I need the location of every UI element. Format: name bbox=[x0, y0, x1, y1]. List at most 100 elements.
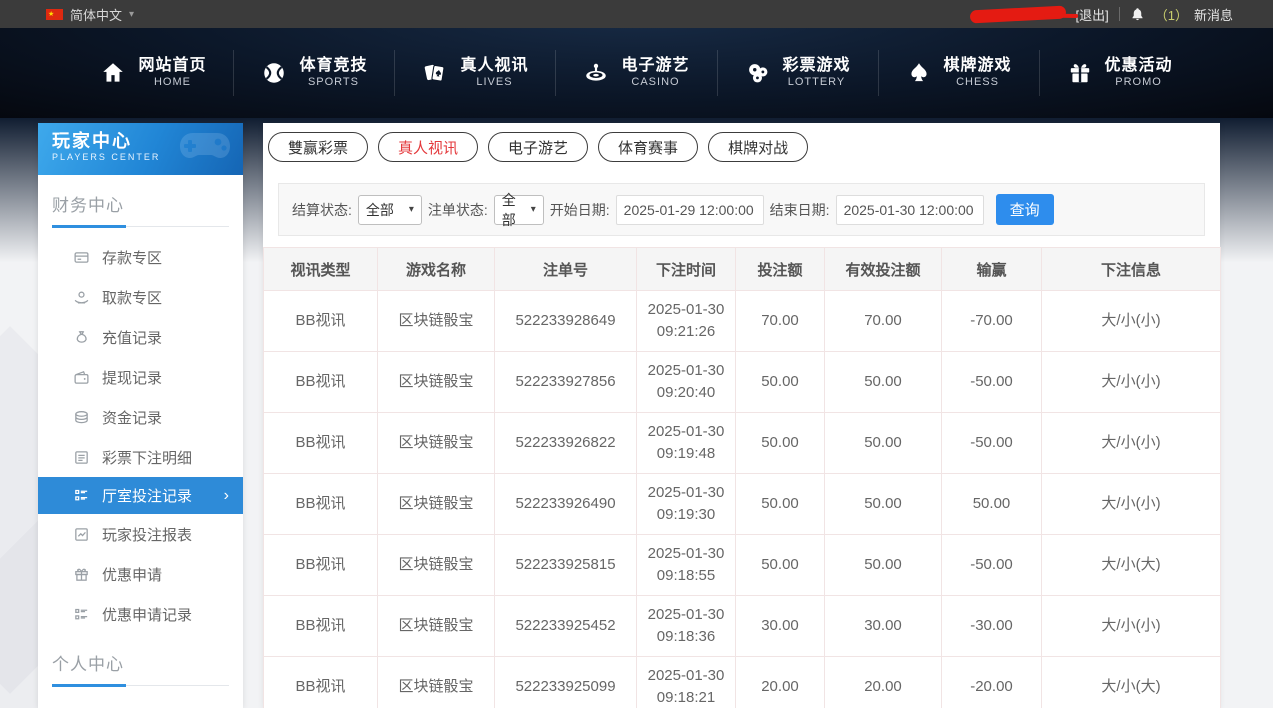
coins-icon bbox=[72, 408, 90, 426]
sidebar-item-label: 存款专区 bbox=[102, 247, 162, 268]
table-cell: 区块链骰宝 bbox=[378, 535, 495, 596]
bell-icon[interactable] bbox=[1130, 7, 1145, 22]
table-cell: 区块链骰宝 bbox=[378, 596, 495, 657]
table-cell: 50.00 bbox=[825, 352, 942, 413]
table-row: BB视讯区块链骰宝5222339250992025-01-30 09:18:21… bbox=[264, 657, 1221, 708]
tab-board-games[interactable]: 棋牌对战 bbox=[708, 132, 808, 162]
tab-sports-events[interactable]: 体育赛事 bbox=[598, 132, 698, 162]
new-message-link[interactable]: 新消息 bbox=[1194, 5, 1233, 24]
sidebar-item-promo-apply[interactable]: 优惠申请 bbox=[38, 554, 243, 594]
sidebar-item-recharge-record[interactable]: 充值记录 bbox=[38, 317, 243, 357]
sidebar-item-withdrawal-record[interactable]: 提现记录 bbox=[38, 357, 243, 397]
settle-status-select[interactable]: 全部 ▾ bbox=[358, 195, 422, 225]
sidebar-item-withdraw[interactable]: 取款专区 bbox=[38, 277, 243, 317]
personal-menu: 消息公告 bbox=[38, 696, 243, 708]
table-cell: 区块链骰宝 bbox=[378, 657, 495, 708]
table-cell: 30.00 bbox=[825, 596, 942, 657]
sidebar-item-message-notice[interactable]: 消息公告 bbox=[38, 696, 243, 708]
gamepad-icon bbox=[175, 127, 235, 171]
table-cell: 522233928649 bbox=[495, 291, 637, 352]
nav-label-en: HOME bbox=[154, 76, 191, 90]
tab-live-video[interactable]: 真人视讯 bbox=[378, 132, 478, 162]
sidebar-item-deposit[interactable]: 存款专区 bbox=[38, 237, 243, 277]
table-header-row: 视讯类型 游戏名称 注单号 下注时间 投注额 有效投注额 输赢 下注信息 bbox=[264, 248, 1221, 291]
sidebar-item-label: 玩家投注报表 bbox=[102, 524, 192, 545]
table-cell: 50.00 bbox=[736, 352, 825, 413]
table-cell: -50.00 bbox=[942, 413, 1042, 474]
nav-label-zh: 真人视讯 bbox=[460, 56, 528, 76]
table-cell: 50.00 bbox=[825, 413, 942, 474]
table-row: BB视讯区块链骰宝5222339268222025-01-30 09:19:48… bbox=[264, 413, 1221, 474]
table-cell: 522233926822 bbox=[495, 413, 637, 474]
table-cell: BB视讯 bbox=[264, 535, 378, 596]
start-date-input[interactable] bbox=[616, 195, 764, 225]
sidebar-item-label: 彩票下注明细 bbox=[102, 447, 192, 468]
nav-item-lottery[interactable]: 彩票游戏LOTTERY bbox=[718, 50, 879, 96]
home-icon bbox=[100, 60, 126, 86]
top-utility-bar: ★ 简体中文 ▾ [退出] （1） 新消息 bbox=[0, 0, 1273, 28]
moneybag-icon bbox=[72, 328, 90, 346]
nav-item-casino[interactable]: 电子游艺CASINO bbox=[556, 50, 717, 96]
end-date-label: 结束日期: bbox=[770, 200, 830, 220]
table-cell: 30.00 bbox=[736, 596, 825, 657]
table-row: BB视讯区块链骰宝5222339264902025-01-30 09:19:30… bbox=[264, 474, 1221, 535]
table-cell: 2025-01-30 09:18:21 bbox=[637, 657, 736, 708]
tab-lottery-win[interactable]: 雙赢彩票 bbox=[268, 132, 368, 162]
col-header-bet-info: 下注信息 bbox=[1042, 248, 1221, 291]
report-chart-icon bbox=[72, 525, 90, 543]
col-header-game-name: 游戏名称 bbox=[378, 248, 495, 291]
nav-label-zh: 彩票游戏 bbox=[783, 56, 851, 76]
nav-label-zh: 棋牌游戏 bbox=[944, 56, 1012, 76]
deposit-card-icon bbox=[72, 248, 90, 266]
nav-item-home[interactable]: 网站首页HOME bbox=[73, 50, 234, 96]
table-cell: 2025-01-30 09:19:48 bbox=[637, 413, 736, 474]
sidebar-item-label: 取款专区 bbox=[102, 287, 162, 308]
finance-menu: 存款专区 取款专区 充值记录 提现记录 资金记录 彩票下注明细 bbox=[38, 237, 243, 634]
table-cell: BB视讯 bbox=[264, 474, 378, 535]
sidebar-item-player-bet-report[interactable]: 玩家投注报表 bbox=[38, 514, 243, 554]
tab-electronic-games[interactable]: 电子游艺 bbox=[488, 132, 588, 162]
table-row: BB视讯区块链骰宝5222339258152025-01-30 09:18:55… bbox=[264, 535, 1221, 596]
sidebar-item-label: 资金记录 bbox=[102, 407, 162, 428]
language-selector[interactable]: ★ 简体中文 ▾ bbox=[46, 5, 134, 24]
end-date-input[interactable] bbox=[836, 195, 984, 225]
main-content: 雙赢彩票 真人视讯 电子游艺 体育赛事 棋牌对战 结算状态: 全部 ▾ 注单状态… bbox=[263, 123, 1220, 708]
table-cell: 522233926490 bbox=[495, 474, 637, 535]
table-cell: 区块链骰宝 bbox=[378, 352, 495, 413]
table-cell: -20.00 bbox=[942, 657, 1042, 708]
settle-status-value: 全部 bbox=[366, 200, 394, 220]
table-cell: 20.00 bbox=[736, 657, 825, 708]
table-row: BB视讯区块链骰宝5222339286492025-01-30 09:21:26… bbox=[264, 291, 1221, 352]
table-cell: 50.00 bbox=[736, 474, 825, 535]
nav-item-lives[interactable]: 真人视讯LIVES bbox=[395, 50, 556, 96]
category-tabs: 雙赢彩票 真人视讯 电子游艺 体育赛事 棋牌对战 bbox=[263, 123, 1220, 162]
sidebar-item-hall-bet-record[interactable]: 厅室投注记录 › bbox=[38, 477, 243, 514]
order-status-value: 全部 bbox=[502, 190, 523, 230]
section-label: 财务中心 bbox=[52, 191, 229, 216]
table-cell: 大/小(小) bbox=[1042, 291, 1221, 352]
chevron-right-icon: › bbox=[224, 488, 229, 504]
nav-item-chess[interactable]: 棋牌游戏CHESS bbox=[879, 50, 1040, 96]
nav-label-zh: 体育竞技 bbox=[299, 56, 367, 76]
col-header-valid-bet: 有效投注额 bbox=[825, 248, 942, 291]
sidebar-item-label: 优惠申请 bbox=[102, 564, 162, 585]
nav-item-promo[interactable]: 优惠活动PROMO bbox=[1040, 50, 1200, 96]
sidebar-item-promo-apply-record[interactable]: 优惠申请记录 bbox=[38, 594, 243, 634]
table-cell: 区块链骰宝 bbox=[378, 474, 495, 535]
col-header-video-type: 视讯类型 bbox=[264, 248, 378, 291]
message-count-badge[interactable]: （1） bbox=[1155, 5, 1188, 24]
sidebar-item-funds-record[interactable]: 资金记录 bbox=[38, 397, 243, 437]
table-cell: 大/小(小) bbox=[1042, 596, 1221, 657]
nav-item-sports[interactable]: 体育竞技SPORTS bbox=[234, 50, 395, 96]
col-header-bet-time: 下注时间 bbox=[637, 248, 736, 291]
search-button[interactable]: 查询 bbox=[996, 194, 1054, 225]
logout-link[interactable]: [退出] bbox=[1076, 5, 1109, 24]
settle-status-label: 结算状态: bbox=[292, 200, 352, 220]
playing-cards-icon bbox=[422, 60, 448, 86]
section-divider bbox=[52, 226, 229, 227]
col-header-win-loss: 输赢 bbox=[942, 248, 1042, 291]
chevron-down-icon: ▾ bbox=[409, 204, 414, 215]
china-flag-icon: ★ bbox=[46, 9, 63, 20]
order-status-select[interactable]: 全部 ▾ bbox=[494, 195, 544, 225]
sidebar-item-lottery-bet-detail[interactable]: 彩票下注明细 bbox=[38, 437, 243, 477]
